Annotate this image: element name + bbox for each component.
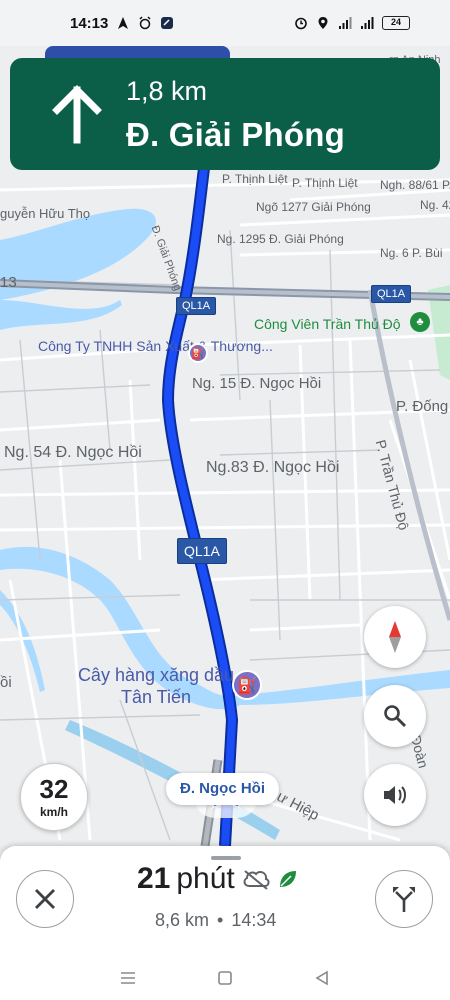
trip-details: 8,6 km • 14:34 — [155, 910, 276, 931]
close-icon — [35, 889, 55, 909]
map-label: 13 — [0, 274, 17, 291]
highway-shield: QL1A — [177, 538, 227, 564]
wifi-signal-icon — [339, 17, 352, 29]
search-icon — [384, 705, 407, 728]
park-pin-icon[interactable]: ♣ — [410, 312, 430, 332]
river-upper — [0, 300, 122, 330]
next-turn-distance: 1,8 km — [126, 76, 208, 106]
compass-button[interactable] — [364, 606, 426, 668]
map-label: Ng. 6 P. Bùi — [380, 246, 443, 260]
navigation-icon — [118, 17, 129, 29]
eta-minutes: 21 — [137, 862, 171, 895]
cell-signal-icon — [361, 17, 374, 29]
speedometer: 32 km/h — [20, 763, 88, 831]
highway-shield: QL1A — [371, 285, 412, 303]
volume-icon — [384, 786, 406, 804]
map-label: P. Thịnh Liệt — [292, 176, 358, 190]
trip-arrival-time: 14:34 — [231, 910, 277, 930]
map-label: guyễn Hữu Thọ — [0, 206, 91, 221]
map-label: P. Đống — [396, 398, 449, 415]
alternate-routes-button[interactable] — [375, 870, 433, 928]
map-label: Ng. 15 Đ. Ngọc Hồi — [192, 375, 322, 392]
home-icon[interactable] — [215, 968, 235, 988]
gas-station-icon[interactable]: ⛽ — [232, 670, 262, 700]
navigation-banner[interactable]: 1,8 km Đ. Giải Phóng — [10, 58, 440, 170]
map-label: Ng.83 Đ. Ngọc Hồi — [206, 459, 340, 476]
map-label: Ngõ 1277 Giải Phóng — [256, 200, 371, 214]
map-label: ồi — [0, 674, 12, 691]
poi-label-company[interactable]: Công Ty TNHH Sản Xuất & Thương... — [38, 338, 273, 354]
compass-icon — [389, 621, 401, 653]
trip-distance: 8,6 km — [155, 910, 210, 930]
map-label: Ngh. 88/61 P. — [380, 178, 450, 192]
eta-unit: phút — [176, 862, 235, 895]
gas-station-icon[interactable]: ⛽ — [188, 343, 208, 363]
sheet-handle[interactable] — [211, 856, 241, 860]
status-bar: 14:13 24 — [0, 0, 450, 46]
speed-unit: km/h — [39, 805, 68, 819]
search-button[interactable] — [364, 685, 426, 747]
current-street-label: Đ. Ngọc Hồi — [166, 773, 279, 805]
eco-leaf-icon — [279, 871, 296, 887]
park-label: Công Viên Trần Thủ Độ — [254, 316, 401, 332]
map-label: Ng. 1295 Đ. Giải Phóng — [217, 232, 344, 246]
poi-label-gas-station[interactable]: Cây hàng xăng dầu Tân Tiến — [76, 664, 236, 708]
speed-value: 32 — [39, 774, 69, 804]
back-icon[interactable] — [312, 968, 332, 988]
battery-indicator: 24 — [382, 16, 410, 30]
trip-sheet[interactable]: 21 phút 8,6 km • 14:34 — [0, 846, 450, 956]
location-icon — [318, 17, 328, 29]
message-icon — [161, 17, 174, 29]
eta-row: 21 phút — [137, 862, 299, 896]
trip-separator: • — [217, 910, 224, 930]
next-turn-street: Đ. Giải Phóng — [126, 116, 345, 153]
alarm-clock-icon — [295, 17, 307, 30]
menu-icon[interactable] — [118, 968, 138, 988]
map-label: P. Thịnh Liệt — [222, 172, 288, 186]
close-navigation-button[interactable] — [16, 870, 74, 928]
alarm-icon — [139, 16, 151, 30]
highway-shield: QL1A — [176, 297, 217, 315]
cloud-off-icon — [243, 870, 270, 890]
status-time: 14:13 — [70, 14, 109, 32]
sound-button[interactable] — [364, 764, 426, 826]
system-navigation-bar — [0, 956, 450, 1000]
map-label: Ng. 42 — [420, 198, 450, 212]
straight-arrow-icon — [52, 85, 102, 144]
map-label: Ng. 54 Đ. Ngọc Hồi — [4, 444, 142, 461]
route-fork-icon — [393, 887, 415, 912]
